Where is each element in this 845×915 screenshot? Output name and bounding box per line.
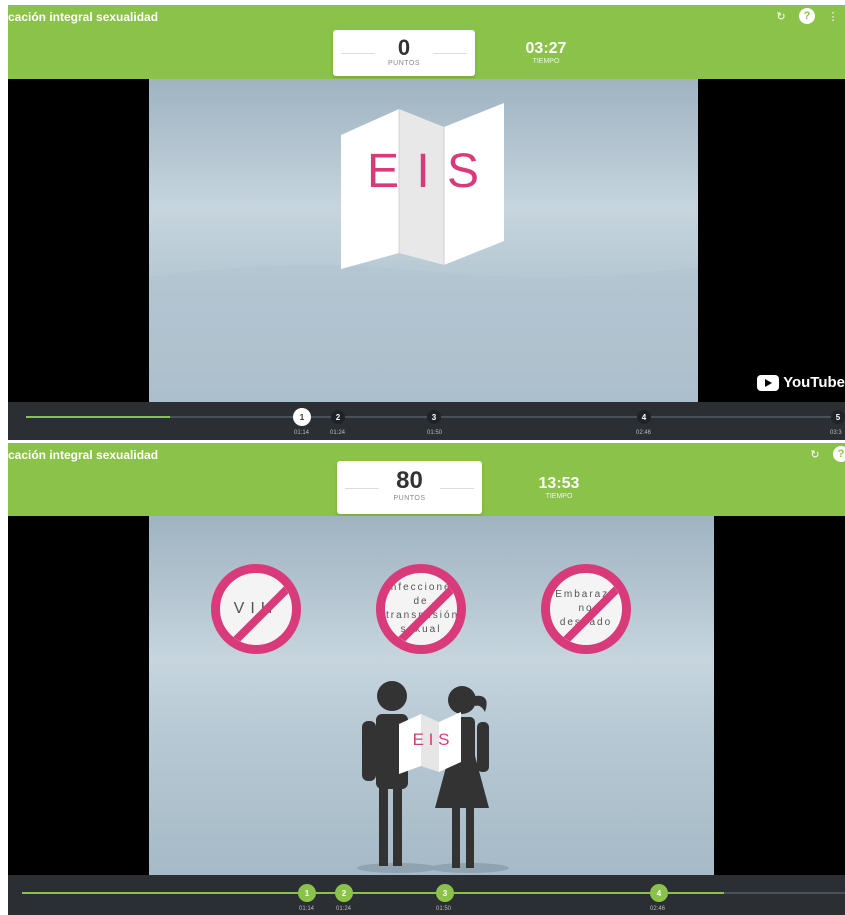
timeline-point-1[interactable]: 1 bbox=[298, 884, 316, 902]
page-title: cación integral sexualidad bbox=[8, 10, 159, 24]
timeline-time-2: 01:24 bbox=[336, 906, 352, 912]
top-bar: cación integral sexualidad ↻ ? ⋮ bbox=[8, 5, 845, 30]
help-icon[interactable]: ? bbox=[799, 8, 815, 24]
toolbar-icons: ↻ ? ⋮ bbox=[773, 8, 841, 24]
page-title: cación integral sexualidad bbox=[8, 448, 159, 462]
timeline-progress bbox=[26, 416, 170, 418]
score-hud: 80 PUNTOS 13:53 TIEMPO bbox=[8, 461, 845, 516]
timeline-point-1[interactable]: 1 bbox=[293, 408, 311, 426]
timer-value: 13:53 bbox=[538, 475, 580, 492]
timeline-time-3: 01:50 bbox=[427, 430, 443, 436]
score-value: 80 bbox=[396, 467, 423, 494]
youtube-watermark[interactable]: YouTube bbox=[757, 374, 845, 391]
timeline-point-4[interactable]: 4 bbox=[637, 410, 651, 424]
timer-value: 03:27 bbox=[525, 40, 567, 57]
score-value: 0 bbox=[397, 35, 411, 60]
timer-label: TIEMPO bbox=[532, 58, 560, 65]
lesson-player-screenshot-2: cación integral sexualidad ↻ ? 80 PUNTOS… bbox=[8, 443, 845, 915]
video-scene: VIH Infecciones de transmisión sexual Em… bbox=[149, 516, 714, 875]
more-icon[interactable]: ⋮ bbox=[825, 8, 841, 24]
refresh-icon[interactable]: ↻ bbox=[773, 8, 789, 24]
eis-folded-map-illustration bbox=[149, 103, 698, 402]
video-stage[interactable]: VIH Infecciones de transmisión sexual Em… bbox=[8, 516, 845, 875]
timeline-time-4: 02:46 bbox=[636, 430, 652, 436]
eis-sign-text: E I S bbox=[366, 145, 482, 198]
couple-reading-map-illustration bbox=[357, 681, 509, 873]
score-label: PUNTOS bbox=[387, 60, 421, 67]
score-box: 0 PUNTOS bbox=[333, 30, 475, 76]
timeline-point-5[interactable]: 5 bbox=[831, 410, 845, 424]
timer: 13:53 TIEMPO bbox=[524, 475, 594, 500]
timeline-point-4[interactable]: 4 bbox=[650, 884, 668, 902]
refresh-icon[interactable]: ↻ bbox=[807, 446, 823, 462]
score-label: PUNTOS bbox=[393, 495, 426, 502]
help-icon[interactable]: ? bbox=[833, 446, 845, 462]
timeline-time-2: 01:24 bbox=[330, 430, 346, 436]
timer-label: TIEMPO bbox=[545, 493, 573, 500]
timeline-point-3[interactable]: 3 bbox=[436, 884, 454, 902]
timeline-time-4: 02:46 bbox=[650, 906, 666, 912]
toolbar-icons: ↻ ? bbox=[807, 446, 845, 462]
score-box: 80 PUNTOS bbox=[337, 461, 482, 514]
video-stage[interactable]: E I S YouTube bbox=[8, 79, 845, 402]
eis-map-text: E I S bbox=[412, 730, 450, 749]
timeline-point-3[interactable]: 3 bbox=[427, 410, 441, 424]
lesson-player-screenshot-1: cación integral sexualidad ↻ ? ⋮ 0 PUNTO… bbox=[8, 5, 845, 440]
timeline-time-1: 01:14 bbox=[299, 906, 315, 912]
timeline-time-3: 01:50 bbox=[436, 906, 452, 912]
timeline-time-5: 03:3 bbox=[830, 430, 842, 436]
timeline-time-1: 01:14 bbox=[294, 430, 310, 436]
youtube-icon bbox=[757, 374, 780, 391]
timeline-point-2[interactable]: 2 bbox=[331, 410, 345, 424]
youtube-text: YouTube bbox=[783, 374, 845, 391]
timer: 03:27 TIEMPO bbox=[516, 40, 576, 65]
timeline-point-2[interactable]: 2 bbox=[335, 884, 353, 902]
timeline-bar: 1 01:14 2 01:24 3 01:50 4 02:46 bbox=[8, 875, 845, 915]
score-hud: 0 PUNTOS 03:27 TIEMPO bbox=[8, 30, 845, 79]
video-scene: E I S bbox=[149, 79, 698, 402]
timeline-progress bbox=[22, 892, 724, 894]
timeline-bar: 1 01:14 2 01:24 3 01:50 4 02:46 5 03:3 bbox=[8, 402, 845, 440]
